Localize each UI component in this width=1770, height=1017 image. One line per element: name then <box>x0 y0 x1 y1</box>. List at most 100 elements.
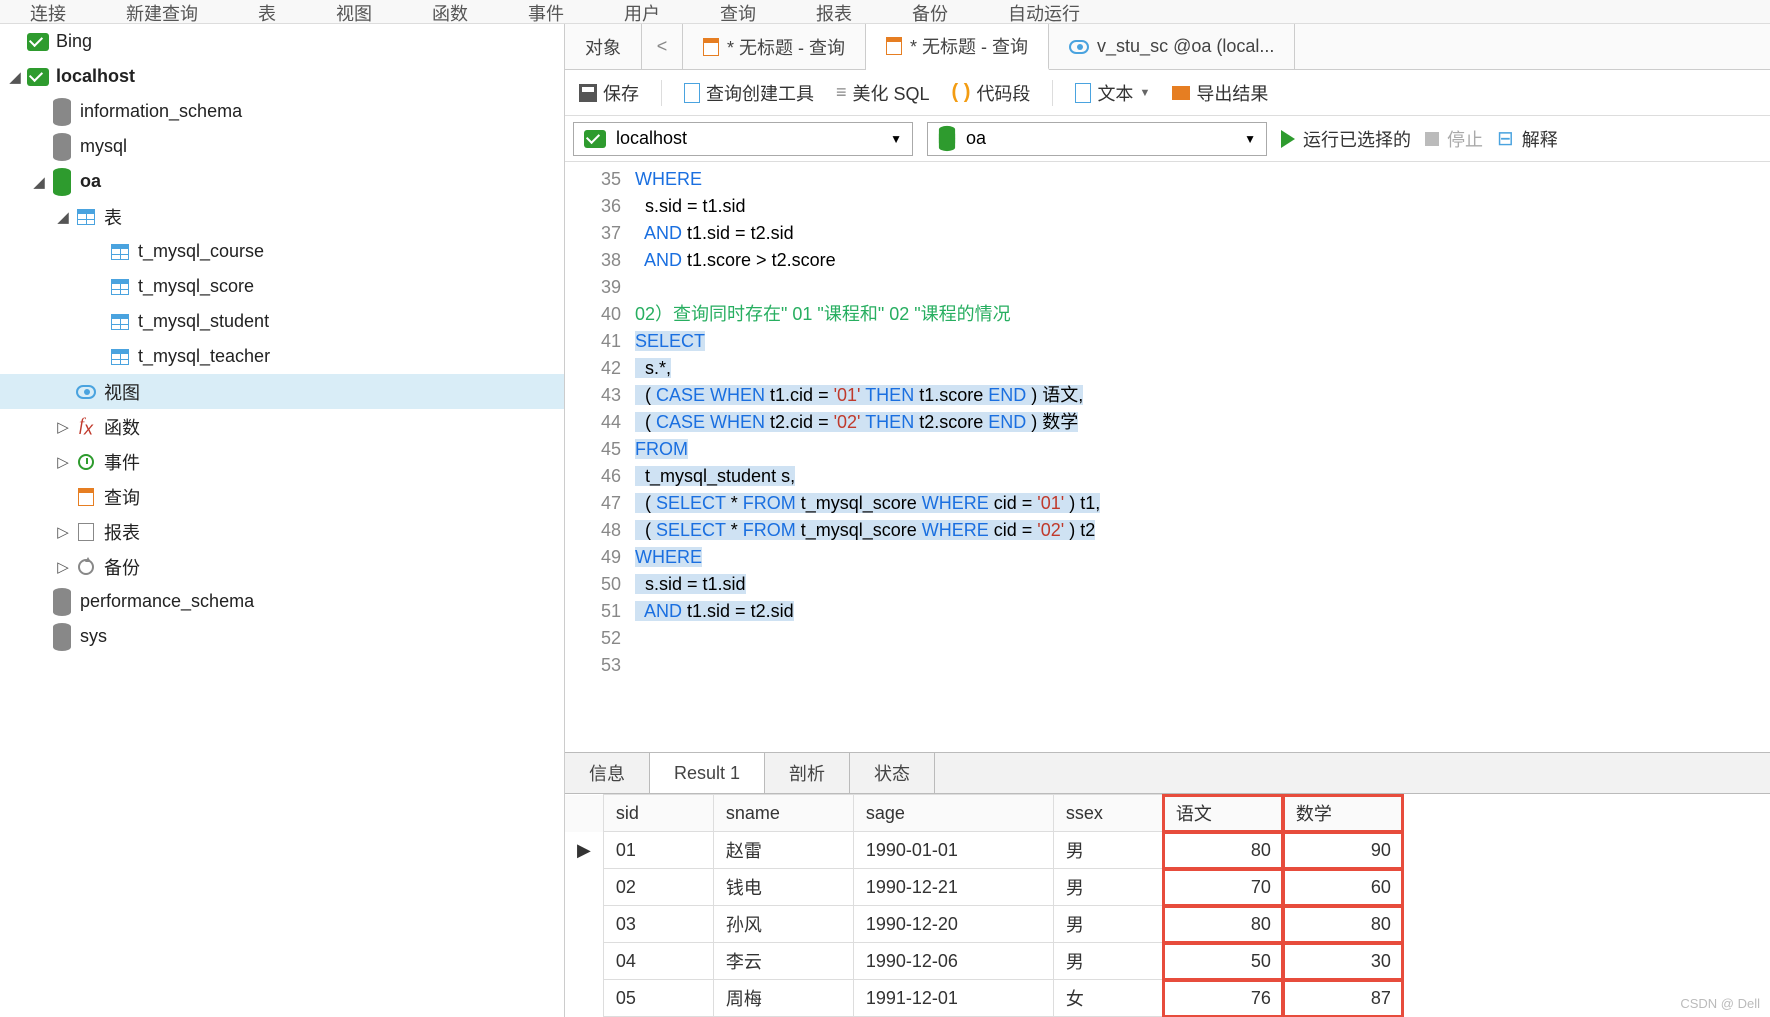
explain-button[interactable]: ⊟解释 <box>1497 126 1558 152</box>
document-tabs[interactable]: 对象 < * 无标题 - 查询 * 无标题 - 查询 v_stu_sc @oa … <box>565 24 1770 70</box>
rtab-result[interactable]: Result 1 <box>650 752 765 793</box>
host-dropdown[interactable]: localhost▼ <box>573 122 913 156</box>
save-button[interactable]: 保存 <box>579 80 639 106</box>
cell[interactable]: 02 <box>603 869 713 906</box>
cell[interactable]: 1990-01-01 <box>853 832 1053 869</box>
col-header[interactable]: sage <box>853 795 1053 832</box>
database-node[interactable]: information_schema <box>0 94 564 129</box>
cell[interactable]: 男 <box>1053 869 1163 906</box>
col-header[interactable]: 数学 <box>1283 795 1403 832</box>
functions-node[interactable]: ▷fx函数 <box>0 409 564 444</box>
table-node[interactable]: t_mysql_course <box>0 234 564 269</box>
cell[interactable]: 60 <box>1283 869 1403 906</box>
cell[interactable]: 80 <box>1163 906 1283 943</box>
cell[interactable]: 女 <box>1053 980 1163 1017</box>
col-header[interactable]: sname <box>713 795 853 832</box>
tab-view[interactable]: v_stu_sc @oa (local... <box>1049 24 1295 69</box>
cell[interactable]: 05 <box>603 980 713 1017</box>
menu-item[interactable]: 事件 <box>498 0 594 23</box>
query-builder-button[interactable]: 查询创建工具 <box>684 80 814 106</box>
tab-back[interactable]: < <box>642 24 683 69</box>
menu-item[interactable]: 函数 <box>402 0 498 23</box>
reports-node[interactable]: ▷报表 <box>0 514 564 549</box>
cell[interactable]: 80 <box>1163 832 1283 869</box>
result-tabs[interactable]: 信息 Result 1 剖析 状态 <box>565 752 1770 794</box>
chevron-down-icon: ▼ <box>1244 132 1256 146</box>
snippet-button[interactable]: ( )代码段 <box>952 80 1031 106</box>
tab-query-2[interactable]: * 无标题 - 查询 <box>866 24 1049 70</box>
menu-item[interactable]: 连接 <box>0 0 96 23</box>
connection-tree[interactable]: Bing ◢localhost information_schemamysql … <box>0 24 565 1017</box>
rtab-profile[interactable]: 剖析 <box>765 753 850 793</box>
table-icon <box>111 244 129 260</box>
database-node[interactable]: performance_schema <box>0 584 564 619</box>
table-node[interactable]: t_mysql_student <box>0 304 564 339</box>
cell[interactable]: 87 <box>1283 980 1403 1017</box>
database-dropdown[interactable]: oa▼ <box>927 122 1267 156</box>
tables-node[interactable]: ◢表 <box>0 199 564 234</box>
export-icon <box>1172 86 1190 100</box>
cell[interactable]: 男 <box>1053 906 1163 943</box>
cell[interactable]: 孙风 <box>713 906 853 943</box>
tab-objects[interactable]: 对象 <box>565 24 642 69</box>
cell[interactable]: 1991-12-01 <box>853 980 1053 1017</box>
menu-item[interactable]: 表 <box>228 0 306 23</box>
connection-bing[interactable]: Bing <box>0 24 564 59</box>
cell[interactable]: 70 <box>1163 869 1283 906</box>
menu-item[interactable]: 查询 <box>690 0 786 23</box>
database-icon <box>53 588 71 606</box>
sql-editor[interactable]: 35363738394041424344454647484950515253 W… <box>565 162 1770 752</box>
queries-node[interactable]: 查询 <box>0 479 564 514</box>
table-node[interactable]: t_mysql_teacher <box>0 339 564 374</box>
cell[interactable]: 钱电 <box>713 869 853 906</box>
cell[interactable]: 01 <box>603 832 713 869</box>
col-header[interactable]: ssex <box>1053 795 1163 832</box>
database-node[interactable]: sys <box>0 619 564 654</box>
menu-item[interactable]: 自动运行 <box>978 0 1110 23</box>
row-pointer <box>565 943 603 980</box>
cell[interactable]: 80 <box>1283 906 1403 943</box>
backup-icon <box>78 559 94 575</box>
cell[interactable]: 90 <box>1283 832 1403 869</box>
menu-item[interactable]: 备份 <box>882 0 978 23</box>
menu-item[interactable]: 用户 <box>594 0 690 23</box>
db-oa[interactable]: ◢oa <box>0 164 564 199</box>
beautify-button[interactable]: ≡美化 SQL <box>836 80 930 106</box>
cell[interactable]: 03 <box>603 906 713 943</box>
export-button[interactable]: 导出结果 <box>1172 80 1268 106</box>
cell[interactable]: 76 <box>1163 980 1283 1017</box>
cell[interactable]: 1990-12-20 <box>853 906 1053 943</box>
cell[interactable]: 李云 <box>713 943 853 980</box>
cell[interactable]: 男 <box>1053 832 1163 869</box>
rtab-info[interactable]: 信息 <box>565 753 650 793</box>
cell[interactable]: 30 <box>1283 943 1403 980</box>
result-grid[interactable]: sidsnamesagessex语文数学▶01赵雷1990-01-01男8090… <box>565 794 1770 1017</box>
menu-item[interactable]: 视图 <box>306 0 402 23</box>
menubar[interactable]: 连接新建查询表视图函数事件用户查询报表备份自动运行 <box>0 0 1770 24</box>
cell[interactable]: 04 <box>603 943 713 980</box>
col-header[interactable]: 语文 <box>1163 795 1283 832</box>
col-header[interactable]: sid <box>603 795 713 832</box>
table-node[interactable]: t_mysql_score <box>0 269 564 304</box>
text-dropdown[interactable]: 文本▼ <box>1075 80 1150 106</box>
cell[interactable]: 1990-12-06 <box>853 943 1053 980</box>
stop-button[interactable]: 停止 <box>1425 126 1483 152</box>
rtab-status[interactable]: 状态 <box>850 753 935 793</box>
connection-localhost[interactable]: ◢localhost <box>0 59 564 94</box>
cell[interactable]: 赵雷 <box>713 832 853 869</box>
events-node[interactable]: ▷事件 <box>0 444 564 479</box>
views-node[interactable]: 视图 <box>0 374 564 409</box>
tab-query-1[interactable]: * 无标题 - 查询 <box>683 24 866 69</box>
table-icon <box>111 314 129 330</box>
cell[interactable]: 1990-12-21 <box>853 869 1053 906</box>
menu-item[interactable]: 报表 <box>786 0 882 23</box>
cell[interactable]: 男 <box>1053 943 1163 980</box>
run-selected-button[interactable]: 运行已选择的 <box>1281 126 1411 152</box>
database-node[interactable]: mysql <box>0 129 564 164</box>
backup-node[interactable]: ▷备份 <box>0 549 564 584</box>
report-icon <box>78 523 94 541</box>
cell[interactable]: 周梅 <box>713 980 853 1017</box>
cell[interactable]: 50 <box>1163 943 1283 980</box>
menu-item[interactable]: 新建查询 <box>96 0 228 23</box>
row-pointer: ▶ <box>565 832 603 869</box>
